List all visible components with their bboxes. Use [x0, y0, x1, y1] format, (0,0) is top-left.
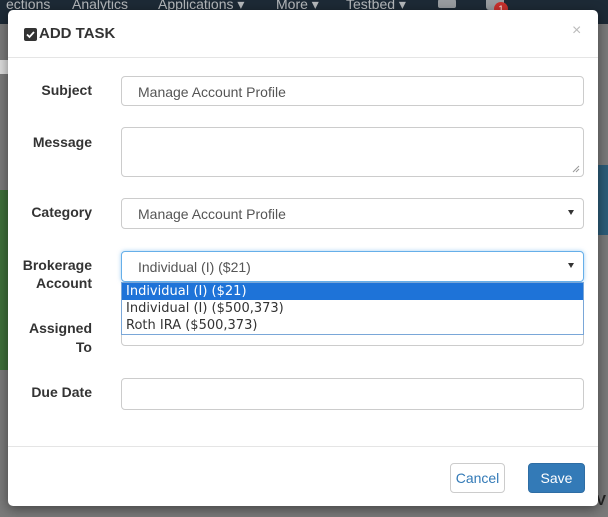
chevron-down-icon: [568, 263, 574, 268]
modal-title: ADD TASK: [39, 25, 116, 42]
add-task-modal: ADD TASK × Subject Manage Account Profil…: [8, 10, 598, 506]
category-select[interactable]: Manage Account Profile: [121, 198, 584, 229]
message-label: Message: [32, 134, 92, 150]
brokerage-account-dropdown: Individual (I) ($21) Individual (I) ($50…: [121, 282, 584, 335]
category-label: Category: [31, 204, 92, 220]
category-value: Manage Account Profile: [138, 206, 286, 222]
resize-grip-icon[interactable]: [572, 165, 580, 173]
cancel-button[interactable]: Cancel: [450, 463, 505, 493]
bell-icon: [438, 0, 456, 8]
chevron-down-icon: [568, 210, 574, 215]
subject-label: Subject: [41, 82, 92, 98]
checkbox-checked-icon: [24, 28, 37, 41]
dropdown-option[interactable]: Individual (I) ($500,373): [122, 300, 583, 317]
due-date-label: Due Date: [31, 384, 92, 400]
brokerage-label-line2: Account: [36, 275, 92, 291]
background-panel-left: [0, 60, 8, 74]
brokerage-label-line1: Brokerage: [22, 257, 92, 273]
close-icon[interactable]: ×: [572, 22, 581, 40]
assigned-label-line2: To: [75, 339, 92, 355]
due-date-input[interactable]: [121, 378, 584, 410]
dropdown-option[interactable]: Individual (I) ($21): [122, 283, 583, 300]
brokerage-value: Individual (I) ($21): [138, 259, 251, 275]
modal-footer: Cancel Save: [8, 446, 598, 506]
background-image-left: [0, 190, 8, 370]
subject-value: Manage Account Profile: [138, 84, 286, 100]
subject-input[interactable]: Manage Account Profile: [121, 76, 584, 106]
modal-header: ADD TASK ×: [8, 10, 598, 58]
background-panel-right: [598, 165, 608, 235]
assigned-label-line1: Assigned: [28, 320, 92, 336]
dropdown-option[interactable]: Roth IRA ($500,373): [122, 317, 583, 334]
message-textarea[interactable]: [121, 127, 584, 177]
save-button[interactable]: Save: [528, 463, 585, 493]
brokerage-account-select[interactable]: Individual (I) ($21): [121, 251, 584, 282]
